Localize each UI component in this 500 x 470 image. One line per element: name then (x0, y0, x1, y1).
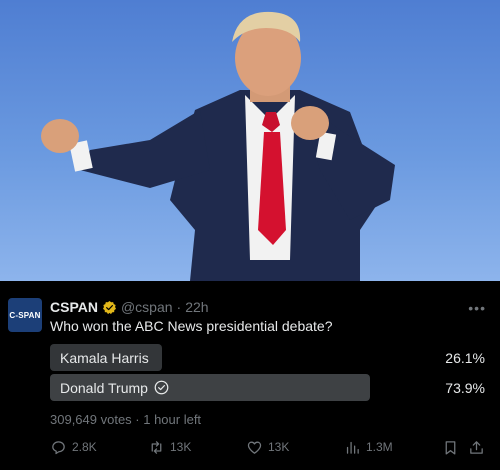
tweet-card[interactable]: C-SPAN CSPAN @cspan · 22h ••• Who won th… (0, 281, 500, 470)
tweet-actions: 2.8K 13K 13K 1.3M (50, 437, 488, 457)
verified-badge-icon[interactable] (102, 300, 117, 315)
check-circle-icon (154, 380, 169, 395)
tweet-timestamp[interactable]: 22h (185, 299, 208, 315)
tweet-header: CSPAN @cspan · 22h (50, 298, 209, 316)
separator-dot: · (176, 299, 182, 315)
poll-option-text: Donald Trump (60, 379, 148, 396)
reply-icon (52, 440, 65, 454)
poll-option-trump: Donald Trump 73.9% (50, 374, 485, 401)
views-button[interactable]: 1.3M (344, 437, 393, 457)
bookmark-button[interactable] (442, 437, 459, 457)
views-count: 1.3M (366, 440, 393, 454)
repost-count: 13K (170, 440, 192, 454)
avatar[interactable]: C-SPAN (8, 298, 42, 332)
poll-option-text: Kamala Harris (60, 349, 149, 366)
heart-icon (247, 441, 262, 454)
repost-button[interactable]: 13K (148, 437, 191, 457)
poll-option-harris: Kamala Harris 26.1% (50, 344, 485, 371)
like-count: 13K (268, 440, 290, 454)
tweet-photo[interactable] (0, 0, 500, 281)
poll-option-label: Donald Trump (60, 374, 169, 401)
more-options-icon[interactable]: ••• (468, 300, 486, 316)
poll-vote-count: 309,649 votes · 1 hour left (50, 412, 202, 427)
poll-option-label: Kamala Harris (60, 344, 149, 371)
reply-button[interactable]: 2.8K (50, 437, 97, 457)
bookmark-icon (445, 440, 456, 455)
avatar-logo-text: C-SPAN (9, 310, 41, 320)
poll-option-percent: 73.9% (445, 379, 485, 396)
views-chart-icon (346, 441, 359, 454)
share-button[interactable] (468, 437, 485, 457)
reply-count: 2.8K (72, 440, 97, 454)
tweet-text: Who won the ABC News presidential debate… (50, 318, 333, 334)
share-icon (470, 440, 483, 454)
author-handle[interactable]: @cspan (121, 299, 173, 315)
author-name[interactable]: CSPAN (50, 299, 98, 315)
repost-icon (151, 440, 162, 454)
poll-option-percent: 26.1% (445, 349, 485, 366)
person-photo-illustration (41, 11, 395, 281)
like-button[interactable]: 13K (246, 437, 289, 457)
